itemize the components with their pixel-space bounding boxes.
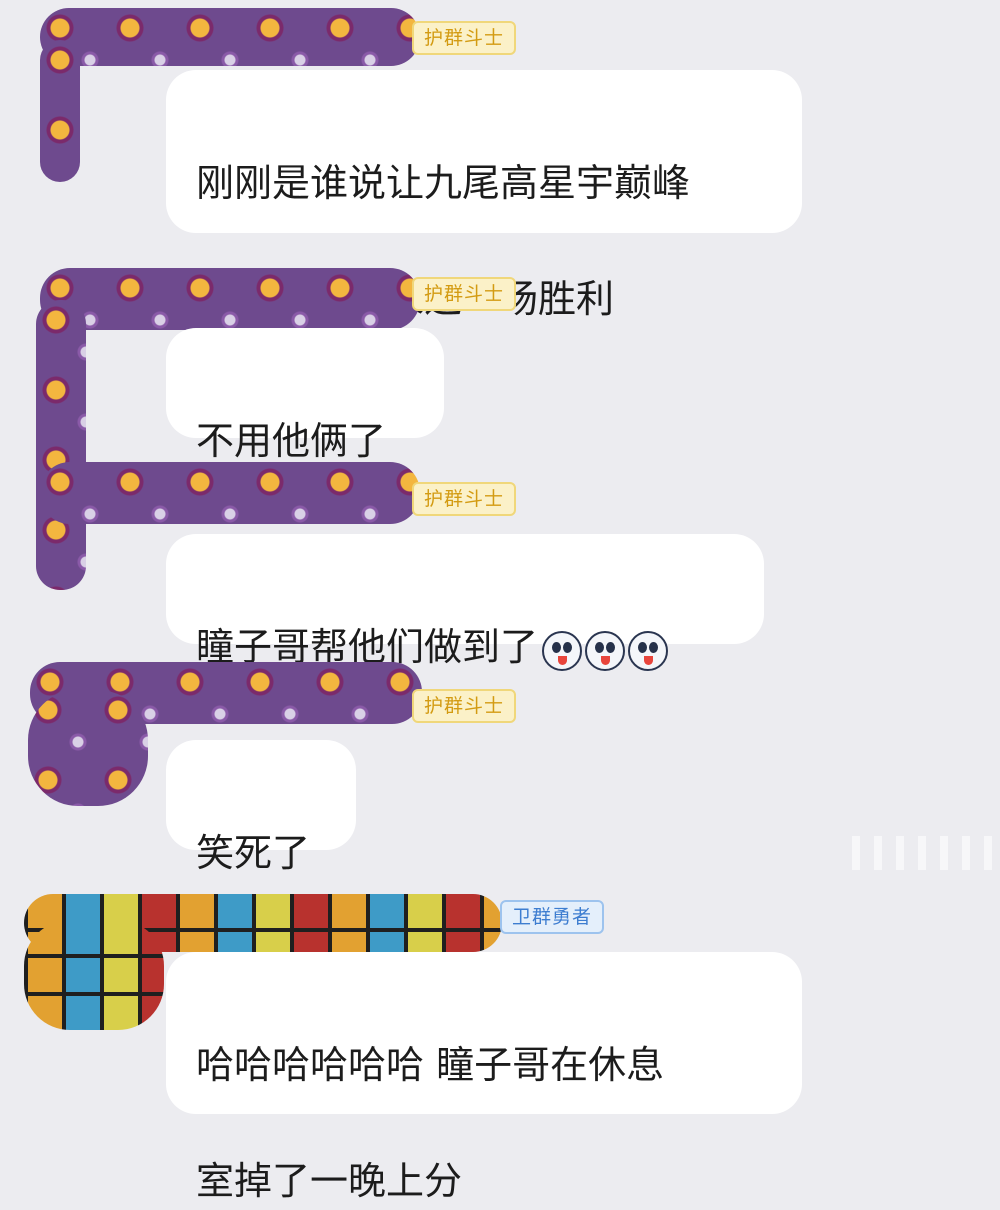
- emoji-group: [542, 621, 671, 679]
- member-title-badge: 护群斗士: [412, 21, 517, 55]
- message-bubble[interactable]: 瞳子哥帮他们做到了: [166, 534, 764, 671]
- redacted-avatar: [36, 300, 86, 590]
- redacted-avatar: [28, 690, 148, 806]
- member-title-badge: 护群斗士: [412, 277, 517, 311]
- member-title-badge: 护群斗士: [412, 689, 517, 723]
- tongue-out-face-icon: [542, 630, 583, 671]
- message-bubble[interactable]: 刚刚是谁说让九尾高星宇巅峰 掉两百分换来这一场胜利: [166, 70, 802, 321]
- tongue-out-face-icon: [628, 630, 669, 671]
- member-title-badge: 卫群勇者: [500, 900, 605, 934]
- redacted-avatar-name: [40, 462, 420, 524]
- member-title-badge: 护群斗士: [412, 482, 517, 516]
- message-text: 室掉了一晚上分: [196, 1159, 463, 1203]
- redacted-avatar: [24, 920, 164, 1030]
- redacted-avatar-name: [40, 8, 420, 66]
- redacted-avatar: [40, 40, 80, 182]
- tongue-out-face-icon: [585, 630, 626, 671]
- image-artifact: [852, 836, 992, 870]
- message-text: 刚刚是谁说让九尾高星宇巅峰: [196, 161, 691, 205]
- message-text: 哈哈哈哈哈哈 瞳子哥在休息: [196, 1043, 665, 1087]
- message-text: 不用他俩了: [196, 419, 387, 463]
- message-text: 笑死了: [196, 831, 311, 875]
- message-bubble[interactable]: 笑死了: [166, 740, 356, 875]
- chat-thread: 护群斗士 刚刚是谁说让九尾高星宇巅峰 掉两百分换来这一场胜利 护群斗士 不用他俩…: [0, 0, 1000, 1203]
- message-bubble[interactable]: 不用他俩了: [166, 328, 444, 463]
- redacted-avatar-name: [40, 268, 420, 330]
- message-bubble[interactable]: 哈哈哈哈哈哈 瞳子哥在休息 室掉了一晚上分: [166, 952, 802, 1203]
